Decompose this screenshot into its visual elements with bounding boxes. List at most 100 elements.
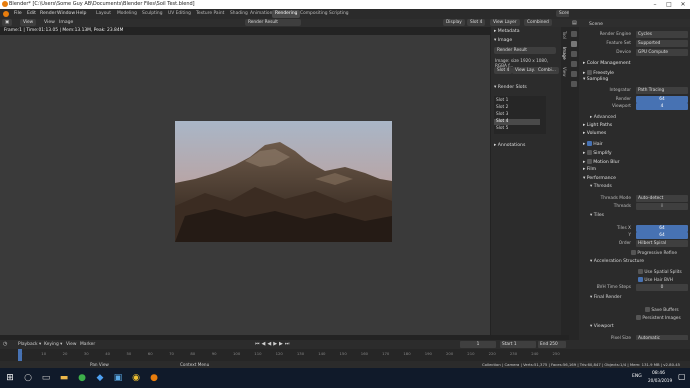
menu-render[interactable]: Render	[40, 11, 56, 16]
freestyle-checkbox[interactable]	[586, 70, 592, 75]
slot-item-5[interactable]: Slot 5	[496, 126, 508, 131]
freestyle-panel[interactable]: ▸ Freestyle	[583, 69, 614, 76]
playback-menu[interactable]: Playback ▾	[18, 342, 41, 347]
sidebar-slot-dropdown[interactable]: Slot 4	[494, 67, 513, 74]
menu-file[interactable]: File	[14, 11, 22, 16]
persistent-images-option[interactable]: Persistent Images	[636, 314, 681, 321]
viewport-samples-field[interactable]: 4	[636, 103, 688, 110]
sidebar-image-browser[interactable]: Render Result	[494, 47, 556, 54]
spatial-splits-option[interactable]: Use Spatial Splits	[638, 268, 682, 275]
panel-metadata[interactable]: ▸ Metadata	[494, 29, 520, 34]
file-explorer-icon[interactable]: ▬	[58, 372, 70, 384]
spatial-splits-checkbox[interactable]	[638, 269, 643, 274]
app-icon[interactable]: ◆	[94, 372, 106, 384]
panel-image[interactable]: ▾ Image	[494, 38, 512, 43]
blender-menu-icon[interactable]	[3, 11, 9, 17]
panel-render-slots[interactable]: ▾ Render Slots	[494, 85, 527, 90]
render-engine-dropdown[interactable]: Cycles	[636, 31, 688, 38]
persistent-images-checkbox[interactable]	[636, 315, 641, 320]
editor-type-icon[interactable]: ▣	[2, 19, 13, 26]
spotify-icon[interactable]: ●	[76, 372, 88, 384]
current-frame-indicator[interactable]	[18, 349, 22, 361]
search-icon[interactable]: ○	[22, 372, 34, 384]
output-tab-icon[interactable]	[571, 51, 577, 57]
menu-edit[interactable]: Edit	[27, 11, 36, 16]
save-buffers-checkbox[interactable]	[645, 307, 650, 312]
tool-tab-icon[interactable]	[571, 31, 577, 37]
view-mode-dropdown[interactable]: View	[20, 19, 37, 26]
color-management-panel[interactable]: ▸ Color Management	[583, 61, 631, 66]
properties-editor-icon[interactable]: ▤	[572, 20, 577, 26]
simplify-panel[interactable]: ▸ Simplify	[583, 149, 612, 156]
order-dropdown[interactable]: Hilbert Spiral	[636, 240, 688, 247]
tiles-x-field[interactable]: 64	[636, 225, 688, 232]
image-browser[interactable]: Render Result	[245, 19, 301, 26]
playback-controls[interactable]: ⏮◀◀▶▶⏭	[255, 341, 291, 347]
bvh-steps-field[interactable]: 0	[636, 284, 688, 291]
tab-tool[interactable]: Tool	[562, 31, 567, 39]
panel-annotations[interactable]: ▸ Annotations	[494, 143, 525, 148]
progressive-refine-option[interactable]: Progressive Refine	[631, 249, 677, 256]
tiles-y-field[interactable]: 64	[636, 232, 688, 239]
hair-bvh-checkbox[interactable]	[638, 277, 643, 282]
viewport-panel[interactable]: ▾ Viewport	[590, 324, 614, 329]
volumes-panel[interactable]: ▸ Volumes	[583, 131, 606, 136]
tiles-panel[interactable]: ▾ Tiles	[590, 213, 604, 218]
timeline-ruler[interactable]: 0102030405060708090100110120130140150160…	[0, 349, 569, 361]
slot-item-1[interactable]: Slot 1	[496, 98, 508, 103]
end-frame-field[interactable]: End 250	[538, 341, 566, 348]
motion-blur-panel[interactable]: ▸ Motion Blur	[583, 158, 620, 165]
world-tab-icon[interactable]	[571, 81, 577, 87]
workspace-tab-texture-paint[interactable]: Texture Paint	[193, 10, 227, 18]
display-dropdown[interactable]: Display	[443, 19, 465, 26]
tab-view[interactable]: View	[562, 67, 567, 77]
slot-item-4[interactable]: Slot 4	[494, 119, 540, 125]
view-layer-tab-icon[interactable]	[571, 61, 577, 67]
threads-mode-dropdown[interactable]: Auto-detect	[636, 195, 688, 202]
threads-panel[interactable]: ▾ Threads	[590, 184, 612, 189]
clock-date[interactable]: 20/03/2019	[648, 378, 672, 383]
sampling-panel[interactable]: ▾ Sampling	[583, 77, 608, 82]
minimize-icon[interactable]: –	[648, 0, 662, 9]
clock-time[interactable]: 08:46	[652, 371, 665, 376]
windows-start-icon[interactable]: ⊞	[4, 372, 16, 384]
menu-view[interactable]: View	[44, 20, 55, 25]
menu-window[interactable]: Window	[57, 11, 75, 16]
workspace-tab-layout[interactable]: Layout	[93, 10, 114, 18]
sidebar-pass-dropdown[interactable]: Combi...	[535, 67, 559, 74]
layer-dropdown[interactable]: View Layer	[490, 19, 520, 26]
timeline-editor-icon[interactable]: ◷	[3, 341, 7, 347]
marker-menu[interactable]: Marker	[80, 342, 95, 347]
performance-panel[interactable]: ▾ Performance	[583, 176, 616, 181]
hair-panel[interactable]: ▸ Hair	[583, 140, 603, 147]
light-paths-panel[interactable]: ▸ Light Paths	[583, 123, 612, 128]
simplify-checkbox[interactable]	[586, 150, 592, 155]
workspace-tab-uv-editing[interactable]: UV Editing	[165, 10, 194, 18]
hair-checkbox[interactable]	[586, 141, 592, 146]
integrator-dropdown[interactable]: Path Tracing	[636, 87, 688, 94]
workspace-tab-scripting[interactable]: Scripting	[326, 10, 352, 18]
acceleration-panel[interactable]: ▾ Acceleration Structure	[590, 259, 644, 264]
blender-taskbar-icon[interactable]: ●	[148, 372, 160, 384]
render-samples-field[interactable]: 64	[636, 96, 688, 103]
render-tab-icon[interactable]	[571, 41, 577, 47]
feature-set-dropdown[interactable]: Supported	[636, 40, 688, 47]
threads-count-field[interactable]: 8	[636, 203, 688, 210]
slot-dropdown[interactable]: Slot 4	[467, 19, 486, 26]
keying-menu[interactable]: Keying ▾	[44, 342, 62, 347]
notification-icon[interactable]: ▢	[678, 372, 686, 381]
save-buffers-option[interactable]: Save Buffers	[645, 306, 679, 313]
final-render-panel[interactable]: ▾ Final Render	[590, 295, 622, 300]
browser-icon[interactable]: ◉	[130, 372, 142, 384]
slot-item-2[interactable]: Slot 2	[496, 105, 508, 110]
hair-bvh-option[interactable]: Use Hair BVH	[638, 276, 673, 283]
menu-help[interactable]: Help	[76, 11, 86, 16]
start-frame-field[interactable]: Start 1	[500, 341, 536, 348]
maximize-icon[interactable]: □	[662, 0, 676, 9]
workspace-tab-modeling[interactable]: Modeling	[114, 10, 140, 18]
advanced-panel[interactable]: ▸ Advanced	[590, 115, 616, 120]
pass-dropdown[interactable]: Combined	[524, 19, 552, 26]
close-icon[interactable]: ✕	[676, 0, 690, 9]
film-panel[interactable]: ▸ Film	[583, 167, 596, 172]
language-indicator[interactable]: ENG	[632, 374, 642, 379]
